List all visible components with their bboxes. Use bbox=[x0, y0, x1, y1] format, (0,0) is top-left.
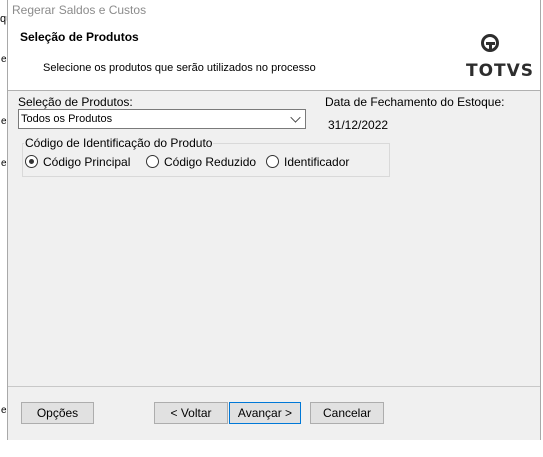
cancel-button[interactable]: Cancelar bbox=[310, 402, 384, 424]
options-button[interactable]: Opções bbox=[21, 402, 94, 424]
title-bar[interactable]: Regerar Saldos e Custos bbox=[8, 0, 540, 22]
window-title: Regerar Saldos e Custos bbox=[12, 3, 147, 17]
back-button[interactable]: < Voltar bbox=[154, 402, 228, 424]
closing-date-value: 31/12/2022 bbox=[328, 118, 389, 132]
product-selection-value: Todos os Produtos bbox=[21, 113, 113, 125]
logo-text: TOTVS bbox=[466, 61, 535, 81]
background-mark: e bbox=[1, 405, 7, 416]
radio-label: Identificador bbox=[284, 155, 350, 169]
footer-divider bbox=[8, 386, 540, 387]
wizard-header: Seleção de Produtos Selecione os produto… bbox=[8, 22, 540, 91]
closing-date-label: Data de Fechamento do Estoque: bbox=[325, 95, 505, 109]
product-id-group-label: Código de Identificação do Produto bbox=[24, 136, 214, 150]
next-button[interactable]: Avançar > bbox=[229, 402, 301, 424]
background-mark: e bbox=[1, 54, 7, 65]
background-mark: e bbox=[1, 158, 7, 169]
product-selection-dropdown[interactable]: Todos os Produtos bbox=[18, 109, 306, 129]
radio-button[interactable] bbox=[146, 155, 159, 168]
radio-button[interactable] bbox=[266, 155, 279, 168]
radio-label: Código Principal bbox=[43, 155, 131, 169]
wizard-dialog: Regerar Saldos e Custos Seleção de Produ… bbox=[7, 0, 541, 440]
step-title: Seleção de Produtos bbox=[20, 30, 139, 44]
product-selection-label: Seleção de Produtos: bbox=[18, 95, 133, 109]
radio-label: Código Reduzido bbox=[164, 155, 257, 169]
step-description: Selecione os produtos que serão utilizad… bbox=[43, 62, 316, 74]
radio-button-checked[interactable] bbox=[25, 155, 38, 168]
totvs-logo-icon bbox=[481, 34, 499, 52]
totvs-logo: TOTVS bbox=[466, 34, 533, 82]
chevron-down-icon bbox=[290, 112, 301, 123]
background-mark: e bbox=[1, 116, 7, 127]
